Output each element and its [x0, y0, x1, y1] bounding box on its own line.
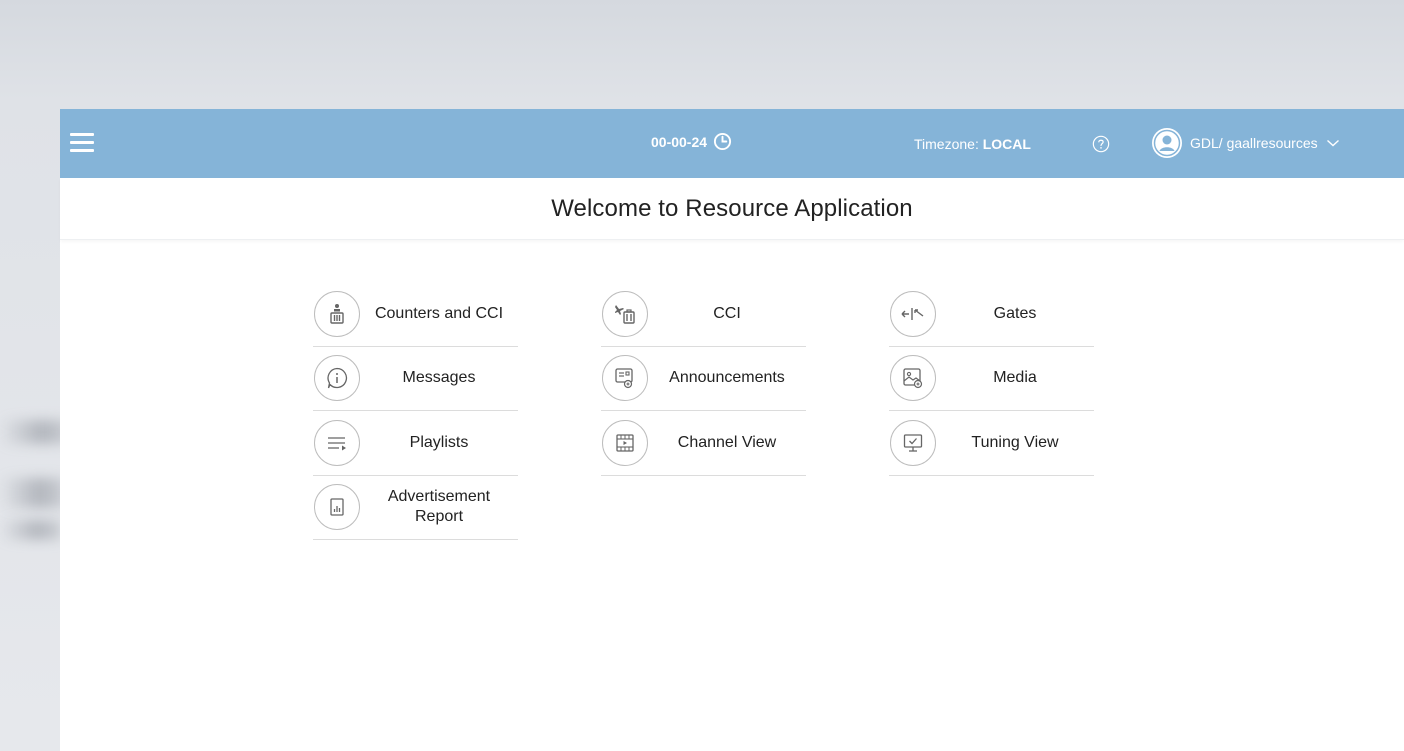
info-bubble-icon	[314, 355, 360, 402]
tile-label: CCI	[713, 304, 741, 322]
tile-label: Media	[993, 369, 1037, 387]
top-bar: 00-00-24 Timezone: LOCAL GDL/ gaallresou…	[60, 109, 1404, 178]
tile-media[interactable]: Media	[889, 346, 1094, 411]
module-grid: Counters and CCI CCI Gates Messages Anno…	[313, 282, 1094, 540]
announcement-board-icon	[602, 355, 648, 402]
gate-arrow-icon	[890, 290, 936, 337]
tile-label: Advertisement Report	[387, 488, 491, 526]
timezone-value: LOCAL	[982, 136, 1031, 152]
user-avatar-icon	[1152, 128, 1182, 158]
film-channel-icon	[602, 419, 648, 466]
plane-luggage-icon	[602, 290, 648, 337]
timezone-label: Timezone:	[914, 136, 983, 152]
user-menu[interactable]: GDL/ gaallresources	[1152, 128, 1340, 158]
timezone-display: Timezone: LOCAL	[914, 136, 1031, 152]
chevron-down-icon	[1326, 139, 1339, 147]
tile-announcements[interactable]: Announcements	[601, 346, 806, 411]
tile-gates[interactable]: Gates	[889, 282, 1094, 347]
tile-label: Channel View	[677, 433, 777, 451]
tile-counters-and-cci[interactable]: Counters and CCI	[313, 282, 518, 347]
report-chart-icon	[314, 484, 360, 531]
tile-label: Counters and CCI	[374, 304, 504, 322]
help-circle-icon[interactable]	[1092, 135, 1110, 153]
tile-label: Announcements	[669, 369, 785, 387]
user-label: GDL/ gaallresources	[1190, 135, 1318, 151]
page-title: Welcome to Resource Application	[551, 194, 913, 222]
tile-label: Playlists	[409, 433, 469, 451]
counter-person-icon	[314, 290, 360, 337]
tile-label: Gates	[993, 304, 1037, 322]
date-text: 00-00-24	[651, 133, 708, 150]
date-display: 00-00-24	[651, 132, 732, 151]
playlist-icon	[314, 419, 360, 466]
tile-channel-view[interactable]: Channel View	[601, 411, 806, 476]
tile-label: Messages	[402, 369, 476, 387]
tile-label: Tuning View	[971, 433, 1059, 451]
image-media-icon	[890, 355, 936, 402]
app-window: 00-00-24 Timezone: LOCAL GDL/ gaallresou…	[60, 109, 1404, 751]
tile-tuning-view[interactable]: Tuning View	[889, 411, 1094, 476]
tile-messages[interactable]: Messages	[313, 346, 518, 411]
monitor-check-icon	[890, 419, 936, 466]
tile-advertisement-report[interactable]: Advertisement Report	[313, 475, 518, 540]
tile-playlists[interactable]: Playlists	[313, 411, 518, 476]
clock-icon	[713, 132, 732, 151]
welcome-header: Welcome to Resource Application	[60, 178, 1404, 240]
hamburger-icon[interactable]	[70, 133, 94, 153]
tile-cci[interactable]: CCI	[601, 282, 806, 347]
